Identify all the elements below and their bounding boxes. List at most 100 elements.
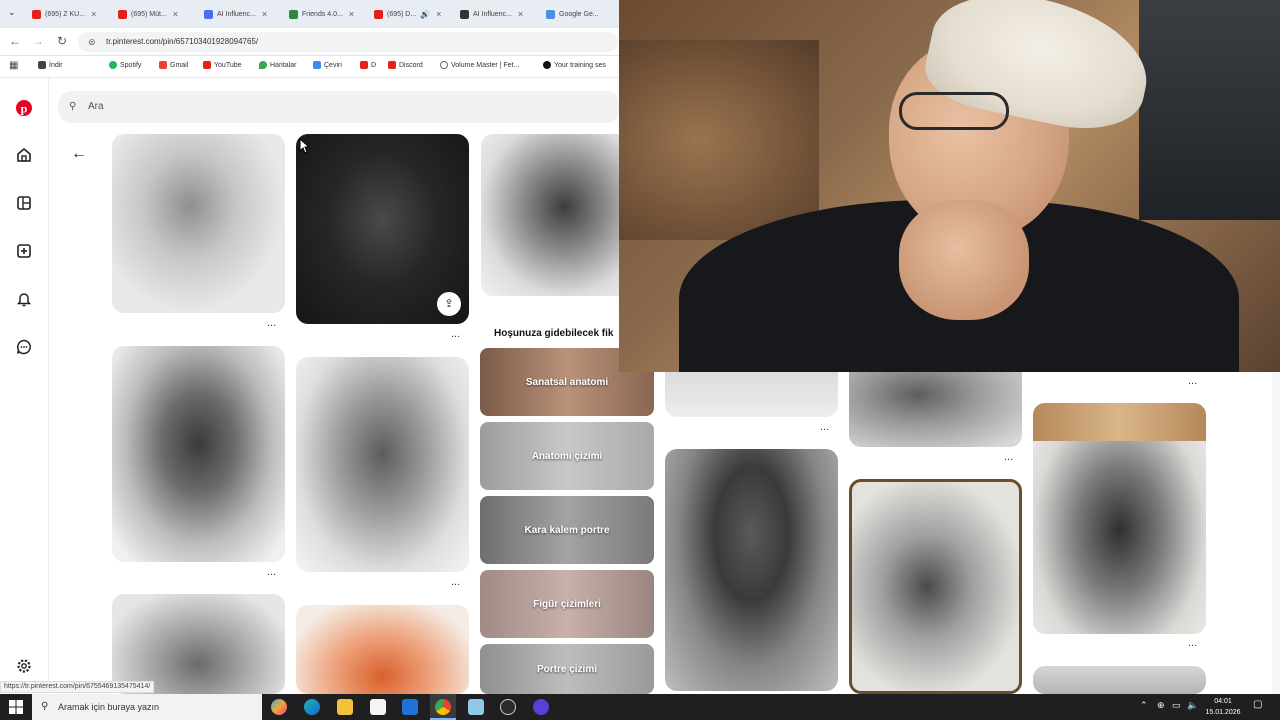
close-tab-icon[interactable]: × xyxy=(518,9,523,19)
share-button[interactable]: ⇪ xyxy=(437,292,461,316)
pinterest-sidebar: p xyxy=(0,78,49,694)
copilot-icon[interactable] xyxy=(271,699,287,715)
browser-tab[interactable]: AI Influenc... × xyxy=(204,4,267,24)
bookmark-item[interactable]: Spotify xyxy=(109,61,141,69)
pin-image[interactable] xyxy=(849,479,1022,694)
forward-icon[interactable]: → xyxy=(32,34,44,48)
browser-tab[interactable]: (695) Müt... × xyxy=(118,4,178,24)
close-tab-icon[interactable]: × xyxy=(436,9,441,19)
tray-chevron-icon[interactable]: ⌃ xyxy=(1140,700,1148,711)
bookmark-item[interactable]: Volume Master | Fet... xyxy=(440,61,519,69)
close-tab-icon[interactable]: × xyxy=(349,9,354,19)
apps-grid-icon[interactable]: ▦ xyxy=(9,60,18,71)
bookmark-item[interactable]: D xyxy=(360,61,376,69)
browser-tab[interactable]: (695) D... 🔊 × xyxy=(374,4,441,24)
chrome-icon[interactable] xyxy=(435,699,451,715)
gmail-icon xyxy=(159,61,167,69)
pin-image[interactable] xyxy=(1033,666,1206,694)
close-tab-icon[interactable]: × xyxy=(173,9,178,19)
app-circle-icon[interactable] xyxy=(533,699,549,715)
explore-icon[interactable] xyxy=(15,194,33,212)
clock[interactable]: 04:01 15.01.2026 xyxy=(1203,696,1243,718)
search-placeholder: Ara xyxy=(88,101,104,112)
pin-image[interactable] xyxy=(665,372,838,417)
close-tab-icon[interactable]: × xyxy=(91,9,96,19)
steam-icon[interactable] xyxy=(500,699,516,715)
bookmark-item[interactable]: YouTube xyxy=(203,61,242,69)
pin-more-icon[interactable]: ... xyxy=(267,566,276,578)
back-icon[interactable]: ← xyxy=(9,34,21,48)
network-icon[interactable]: ▭ xyxy=(1172,700,1181,711)
suggestion-chip[interactable]: Portre çizimi xyxy=(480,644,654,694)
clock-date: 15.01.2026 xyxy=(1205,709,1241,716)
pin-image[interactable] xyxy=(112,594,285,694)
close-tab-icon[interactable]: × xyxy=(262,9,267,19)
url-field[interactable]: ⊜ tr.pinterest.com/pin/65710340192809476… xyxy=(78,32,618,52)
back-arrow-icon[interactable]: ← xyxy=(71,145,87,163)
chip-label: Anatomi çizimi xyxy=(531,450,603,462)
app-icon[interactable] xyxy=(468,699,484,715)
windows-start-icon[interactable] xyxy=(9,700,23,719)
svg-text:p: p xyxy=(21,102,28,116)
status-url-tooltip: https://tr.pinterest.com/pin/67554691354… xyxy=(0,681,155,693)
youtube-icon xyxy=(360,61,368,69)
browser-tab[interactable]: (695) Z KU... × xyxy=(32,4,96,24)
pin-more-icon[interactable]: ... xyxy=(820,421,829,433)
bookmark-item[interactable]: Gmail xyxy=(159,61,188,69)
bookmark-item[interactable]: İndir xyxy=(38,61,63,69)
notifications-bell-icon[interactable] xyxy=(15,290,33,308)
background-shelf xyxy=(619,40,819,240)
pin-image[interactable] xyxy=(112,346,285,562)
pin-more-icon[interactable]: ... xyxy=(451,328,460,340)
store-icon[interactable] xyxy=(370,699,386,715)
reload-icon[interactable]: ↻ xyxy=(57,34,67,48)
tab-list-chevron-icon[interactable]: ⌄ xyxy=(8,7,16,18)
tab-label: (695) Müt... xyxy=(131,10,167,18)
pin-more-icon[interactable]: ... xyxy=(1004,451,1013,463)
suggestion-chip[interactable]: Anatomi çizimi xyxy=(480,422,654,490)
mail-icon[interactable] xyxy=(402,699,418,715)
pin-image[interactable] xyxy=(849,372,1022,447)
bookmark-item[interactable]: Çeviri xyxy=(313,61,342,69)
messages-icon[interactable] xyxy=(15,338,33,356)
taskbar-search-input[interactable]: ⚲ Aramak için buraya yazın xyxy=(32,694,262,720)
tray-app-icon[interactable]: ⊕ xyxy=(1157,700,1165,711)
home-icon[interactable] xyxy=(15,146,33,164)
pin-image[interactable]: ⇪ xyxy=(296,134,469,324)
maps-pin-icon xyxy=(259,61,267,69)
pin-image[interactable] xyxy=(481,134,620,296)
openai-icon xyxy=(460,9,469,19)
pin-image[interactable] xyxy=(296,605,469,694)
edge-icon[interactable] xyxy=(304,699,320,715)
suggestion-chip[interactable]: Kara kalem portre xyxy=(480,496,654,564)
bookmark-item[interactable]: Discord xyxy=(388,61,423,69)
page-icon xyxy=(289,9,298,19)
bookmark-item[interactable]: Haritalar xyxy=(259,61,296,69)
mouse-cursor-icon xyxy=(299,138,309,154)
clock-time: 04:01 xyxy=(1214,698,1232,705)
create-icon[interactable] xyxy=(15,242,33,260)
file-explorer-icon[interactable] xyxy=(337,699,353,715)
browser-tab[interactable]: Friends 4.0... × xyxy=(289,4,354,24)
pin-more-icon[interactable]: ... xyxy=(451,576,460,588)
search-input[interactable]: ⚲ Ara xyxy=(58,91,620,123)
browser-tab[interactable]: Google Ge... xyxy=(546,4,599,24)
site-info-icon[interactable]: ⊜ xyxy=(88,32,96,52)
suggestion-chip[interactable]: Figür çizimleri xyxy=(480,570,654,638)
pin-more-icon[interactable]: ... xyxy=(1188,375,1197,387)
browser-tab[interactable]: AI Influenc... × xyxy=(460,4,523,24)
pin-more-icon[interactable]: ... xyxy=(267,317,276,329)
pin-image[interactable] xyxy=(296,357,469,572)
page-scrollbar[interactable] xyxy=(1272,372,1280,694)
volume-icon[interactable]: 🔈 xyxy=(1187,700,1198,711)
notifications-icon[interactable]: ▢ xyxy=(1253,699,1262,710)
pin-image[interactable] xyxy=(665,449,838,691)
bookmarks-bar: ▦ İndir Spotify Gmail YouTube Haritalar … xyxy=(0,56,620,78)
pin-more-icon[interactable]: ... xyxy=(1188,637,1197,649)
pin-image[interactable] xyxy=(112,134,285,313)
bookmark-item[interactable]: Your training ses xyxy=(543,61,606,69)
person-hand xyxy=(899,200,1029,320)
pinterest-logo-icon[interactable]: p xyxy=(15,99,33,117)
pin-image[interactable] xyxy=(1033,403,1206,634)
settings-gear-icon[interactable] xyxy=(15,657,33,675)
